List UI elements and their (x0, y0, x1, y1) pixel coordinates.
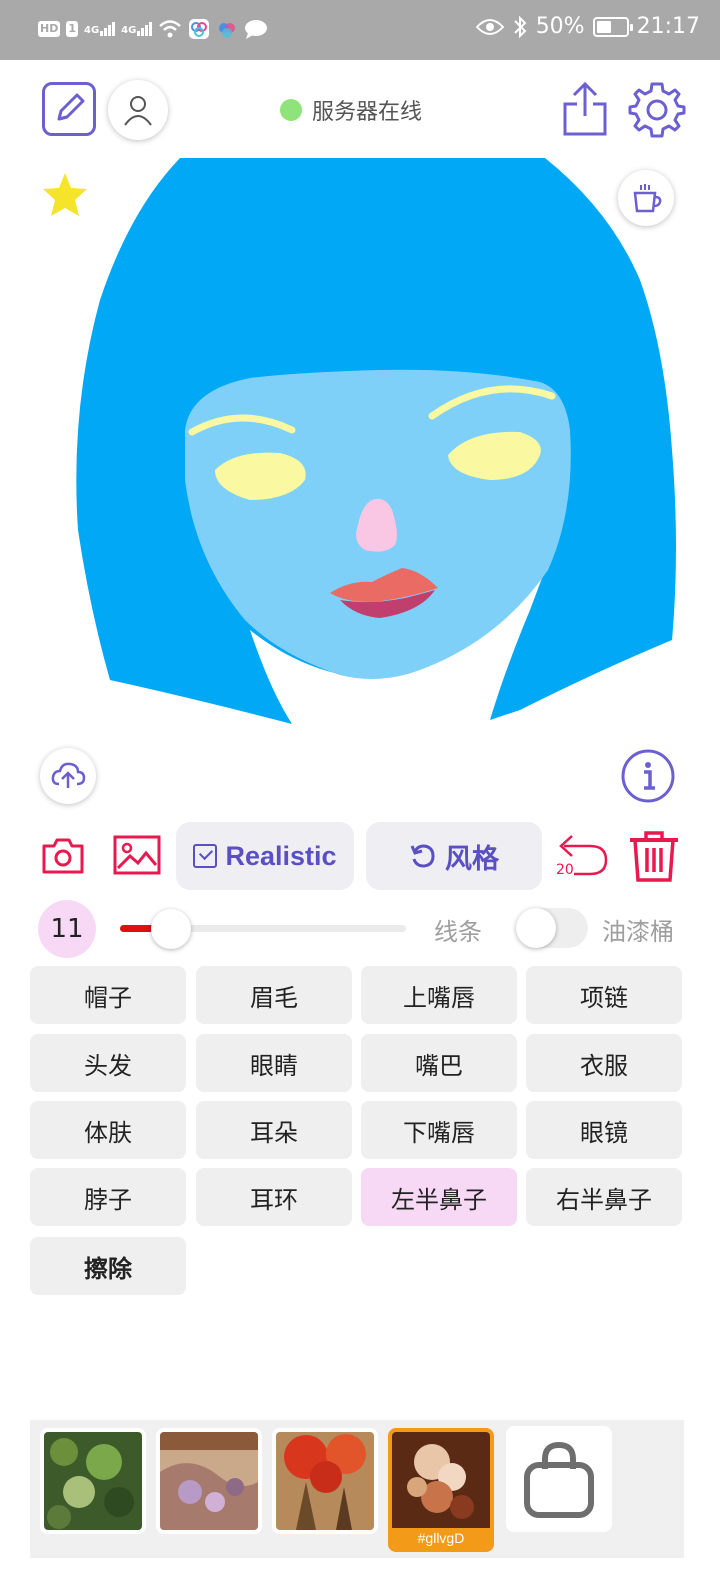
sim-badge: 1 (66, 21, 78, 37)
part-button[interactable]: 眼镜 (526, 1101, 682, 1159)
active-style-label: #gllvgD (392, 1528, 490, 1548)
drawing-canvas[interactable] (0, 150, 720, 740)
bag-icon (524, 1441, 594, 1518)
star-icon (43, 173, 87, 216)
donate-button[interactable] (618, 170, 674, 226)
realistic-toggle[interactable]: Realistic (176, 822, 354, 890)
paint-bucket-toggle[interactable] (516, 908, 588, 948)
clock: 21:17 (636, 14, 700, 39)
refresh-icon (410, 844, 435, 868)
message-icon (245, 20, 268, 39)
signal-icon: 4G (84, 22, 116, 36)
status-left: HD 1 4G 4G (38, 18, 268, 40)
gallery-button[interactable] (112, 832, 162, 878)
part-button[interactable]: 眼睛 (196, 1034, 352, 1092)
part-button[interactable]: 项链 (526, 966, 682, 1024)
part-button[interactable]: 擦除 (30, 1237, 186, 1295)
slider-thumb[interactable] (151, 909, 192, 949)
favorite-button[interactable] (40, 170, 90, 220)
part-button[interactable]: 左半鼻子 (361, 1168, 517, 1226)
part-button[interactable]: 头发 (30, 1034, 186, 1092)
style-strip: #gllvgD (30, 1420, 684, 1558)
eye-icon (475, 18, 504, 35)
upload-button[interactable] (40, 748, 96, 804)
style-thumbnail[interactable] (40, 1428, 146, 1534)
camera-button[interactable] (40, 832, 86, 878)
toggle-knob (516, 908, 556, 948)
style-label: 风格 (445, 843, 499, 874)
edit-button[interactable] (42, 82, 96, 136)
battery-percent: 50% (535, 14, 585, 39)
share-icon (563, 81, 607, 136)
style-preview-1 (44, 1432, 142, 1530)
info-button[interactable] (620, 748, 676, 804)
part-button[interactable]: 嘴巴 (361, 1034, 517, 1092)
brush-size-slider[interactable] (120, 909, 406, 949)
image-icon (113, 835, 161, 875)
gear-icon (628, 82, 686, 138)
user-button[interactable] (108, 80, 168, 140)
style-shop-button[interactable] (506, 1426, 612, 1532)
style-button[interactable]: 风格 (366, 822, 542, 890)
line-mode-label: 线条 (434, 918, 482, 946)
server-status: 服务器在线 (280, 94, 422, 126)
hd-badge: HD (38, 21, 61, 37)
part-button[interactable]: 耳环 (196, 1168, 352, 1226)
settings-button[interactable] (628, 80, 686, 138)
realistic-label: Realistic (225, 840, 337, 871)
style-thumbnail[interactable] (272, 1428, 378, 1534)
share-button[interactable] (560, 80, 610, 138)
bluetooth-icon (513, 15, 527, 38)
status-right: 50% 21:17 (475, 14, 700, 39)
camera-icon (42, 838, 84, 874)
active-style-thumbnail[interactable]: #gllvgD (388, 1428, 494, 1552)
app-icon (189, 19, 210, 39)
user-icon (124, 96, 152, 126)
part-button[interactable]: 耳朵 (196, 1101, 352, 1159)
brush-size-badge: 11 (38, 900, 96, 958)
part-button[interactable]: 脖子 (30, 1168, 186, 1226)
battery-fill (596, 20, 611, 33)
paint-bucket-label: 油漆桶 (602, 918, 674, 946)
network-type-2: 4G (121, 25, 137, 36)
part-button[interactable]: 右半鼻子 (526, 1168, 682, 1226)
undo-count: 20 (556, 862, 574, 878)
style-preview-4 (392, 1432, 490, 1530)
battery-icon (592, 16, 633, 37)
part-button[interactable]: 上嘴唇 (361, 966, 517, 1024)
trash-icon (630, 831, 678, 882)
part-button[interactable]: 下嘴唇 (361, 1101, 517, 1159)
part-button[interactable]: 眉毛 (196, 966, 352, 1024)
part-button[interactable]: 帽子 (30, 966, 186, 1024)
part-button[interactable]: 衣服 (526, 1034, 682, 1092)
cloud-upload-icon (51, 762, 86, 788)
face-drawing (76, 158, 676, 724)
pencil-icon (57, 93, 85, 121)
wifi-icon (159, 20, 182, 38)
delete-button[interactable] (626, 828, 682, 884)
signal-icon-2: 4G (121, 22, 153, 36)
checkbox-icon (193, 844, 218, 868)
status-dot (280, 99, 302, 121)
style-thumbnail[interactable] (156, 1428, 262, 1534)
part-button[interactable]: 体肤 (30, 1101, 186, 1159)
info-icon (621, 749, 675, 803)
status-bar: HD 1 4G 4G 50% 21:17 (0, 0, 720, 60)
coffee-cup-icon (633, 184, 662, 213)
server-status-text: 服务器在线 (312, 100, 423, 125)
style-preview-3 (276, 1432, 374, 1530)
network-type-1: 4G (84, 25, 100, 36)
app-icon-2 (219, 23, 236, 38)
style-preview-2 (160, 1432, 258, 1530)
